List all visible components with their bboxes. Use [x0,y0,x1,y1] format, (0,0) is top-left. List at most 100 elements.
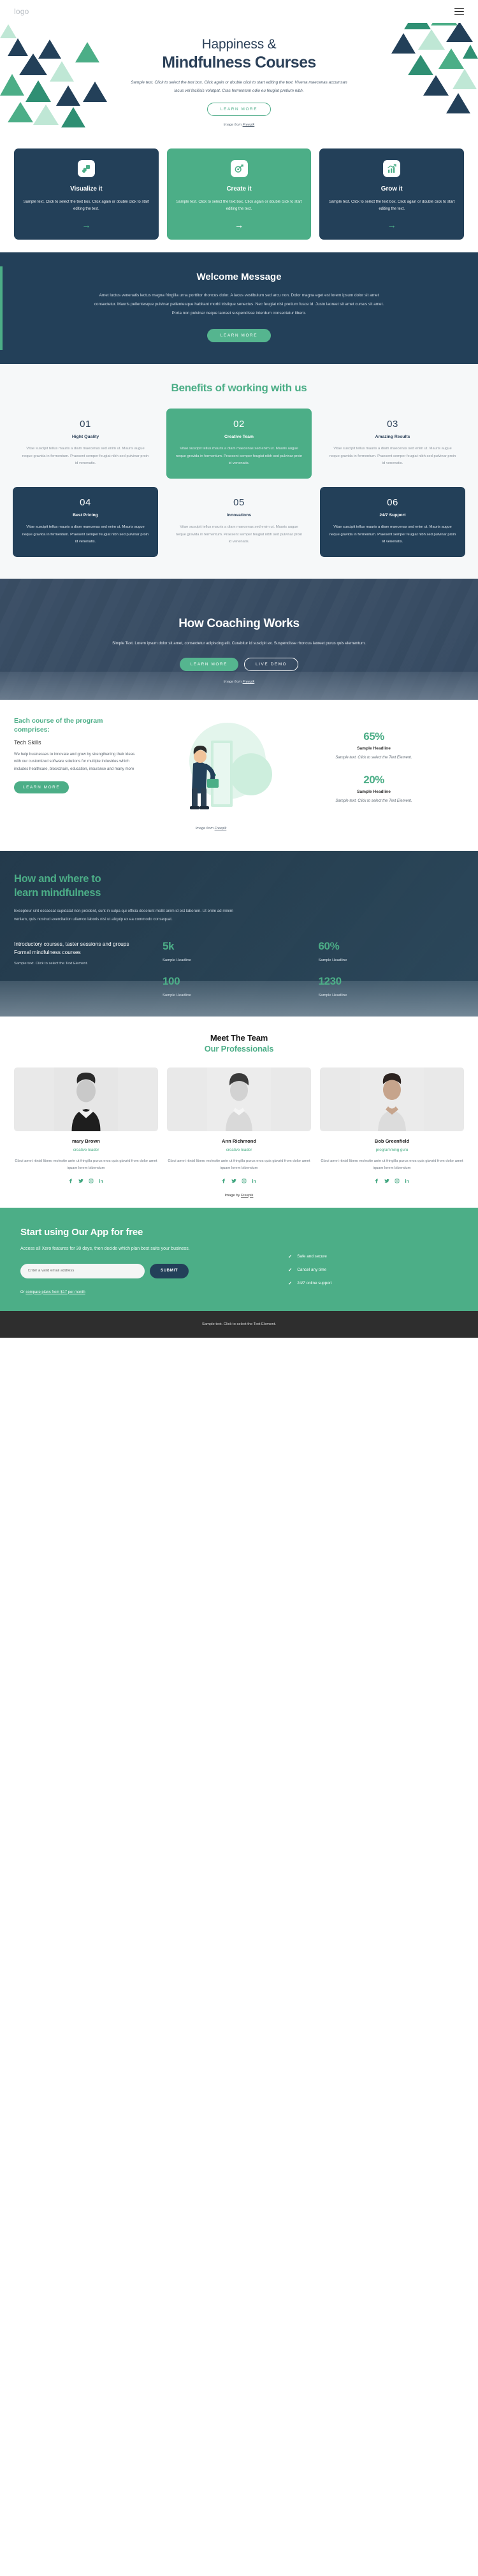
twitter-icon[interactable] [231,1178,236,1183]
benefit-card-02[interactable]: 02 Creative Team Vitae suscipit tellus m… [166,409,312,479]
instagram-icon[interactable] [242,1178,247,1183]
benefit-number: 03 [387,419,398,430]
welcome-learn-more-button[interactable]: LEARN MORE [206,329,272,343]
team-member-card[interactable]: mary Brown creative leader Glavi amet ri… [14,1067,158,1183]
program-section: Each course of the program comprises: Te… [0,700,478,851]
benefit-title: Best Pricing [73,513,98,518]
benefit-text: Vitae suscipit tellus mauris a diam maec… [175,447,303,466]
coaching-image-credit: Image from Freepik [223,679,255,684]
feature-card-grow[interactable]: Grow it Sample text. Click to select the… [319,148,465,240]
benefit-card-05[interactable]: 05 Innovations Vitae suscipit tellus mau… [166,487,312,557]
coaching-live-demo-button[interactable]: LIVE DEMO [244,657,299,671]
cta-paragraph: Access all Xero features for 30 days, th… [20,1246,190,1251]
mindfulness-section: How and where to learn mindfulness Excep… [0,851,478,1017]
team-subtitle: Our Professionals [204,1043,274,1053]
logo[interactable]: logo [14,7,29,16]
coaching-learn-more-button[interactable]: LEARN MORE [179,657,239,671]
twitter-icon[interactable] [384,1178,389,1183]
team-social-links [167,1178,311,1183]
arrow-right-icon[interactable]: → [176,221,303,229]
facebook-icon[interactable] [68,1178,73,1183]
cta-check-item: ✓ Safe and secure [288,1253,327,1259]
team-image-credit: Image by Freepik [224,1193,254,1198]
benefit-card-03[interactable]: 03 Amazing Results Vitae suscipit tellus… [320,409,465,479]
feature-text: Sample text. Click to select the text bo… [176,200,302,212]
feature-card-create[interactable]: Create it Sample text. Click to select t… [166,148,312,240]
feature-text: Sample text. Click to select the text bo… [328,200,455,212]
arrow-right-icon[interactable]: → [328,221,455,229]
benefit-number: 05 [233,497,245,509]
instagram-icon[interactable] [89,1178,94,1183]
email-field[interactable] [20,1263,145,1278]
stat-label: Sample Headline [318,958,347,962]
team-social-links [320,1178,464,1183]
hero-section: Happiness & Mindfulness Courses Sample t… [0,23,478,134]
benefit-number: 02 [233,419,245,430]
team-member-name: Bob Greenfield [374,1138,410,1144]
hamburger-menu-icon[interactable] [454,8,464,15]
team-member-card[interactable]: Bob Greenfield programming guru Glavi am… [320,1067,464,1183]
instagram-icon[interactable] [395,1178,400,1183]
twitter-icon[interactable] [78,1178,83,1183]
facebook-icon[interactable] [221,1178,226,1183]
linkedin-icon[interactable] [99,1178,104,1183]
mindfulness-stat-1230: 1230 Sample Headline [319,975,465,997]
benefit-card-01[interactable]: 01 Hight Quality Vitae suscipit tellus m… [13,409,158,479]
benefit-card-06[interactable]: 06 24/7 Support Vitae suscipit tellus ma… [320,487,465,558]
benefit-title: 24/7 Support [379,513,406,518]
program-image-credit: Image from Freepik [195,827,227,831]
site-footer: Sample text. Click to select the Text El… [0,1310,478,1338]
benefit-title: Creative Team [224,435,254,440]
team-member-card[interactable]: Ann Richmond creative leader Glavi amet … [167,1067,311,1183]
hero-learn-more-button[interactable]: LEARN MORE [206,102,272,116]
blob-decoration-small [230,753,272,796]
benefits-section: Benefits of working with us 01 Hight Qua… [0,364,478,579]
cta-signup-form: SUBMIT [20,1263,275,1278]
mindfulness-title: How and where to learn mindfulness [14,873,101,899]
stat-headline: Sample Headline [357,789,391,794]
check-icon: ✓ [288,1253,293,1259]
stat-value: 5k [163,939,175,952]
team-member-role: creative leader [73,1147,99,1152]
cta-checklist: ✓ Safe and secure ✓ Cancel any time ✓ 24/7 … [288,1227,458,1294]
benefit-text: Vitae suscipit tellus mauris a diam maec… [22,525,149,544]
feature-card-visualize[interactable]: Visualize it Sample text. Click to selec… [14,148,159,240]
shapes-icon [77,160,95,177]
check-icon: ✓ [288,1280,293,1286]
cta-section: Start using Our App for free Access all … [0,1207,478,1311]
linkedin-icon[interactable] [252,1178,257,1183]
program-learn-more-button[interactable]: LEARN MORE [14,781,69,794]
benefit-card-04[interactable]: 04 Best Pricing Vitae suscipit tellus ma… [13,487,158,558]
stat-text: Sample text. Click to select the Text El… [335,756,412,760]
facebook-icon[interactable] [374,1178,379,1183]
stat-value: 60% [318,939,340,952]
mindfulness-list: Introductory courses, taster sessions an… [14,940,129,955]
team-social-links [14,1178,158,1183]
benefits-grid: 01 Hight Quality Vitae suscipit tellus m… [13,409,465,558]
team-member-desc: Glavi amet ritnisl libero molestie ante … [168,1159,310,1171]
footer-text: Sample text. Click to select the Text El… [202,1322,276,1326]
avatar [14,1067,158,1131]
linkedin-icon[interactable] [405,1178,410,1183]
benefit-number: 01 [80,419,91,430]
check-icon: ✓ [288,1266,293,1273]
submit-button[interactable]: SUBMIT [150,1263,189,1278]
team-member-name: Ann Richmond [222,1138,256,1144]
arrow-right-icon[interactable]: → [23,221,150,229]
program-stats: 65% Sample Headline Sample text. Click t… [284,716,464,805]
stat-label: Sample Headline [163,958,191,962]
growth-chart-icon [383,160,401,177]
cta-check-item: ✓ 24/7 online support [288,1280,332,1286]
benefit-title: Hight Quality [71,435,99,440]
stat-value: 1230 [318,974,342,987]
hero-paragraph: Sample text. Click to select the text bo… [131,80,347,94]
welcome-title: Welcome Message [196,271,282,283]
feature-title: Visualize it [70,185,103,192]
compare-plans-link[interactable]: Or compare plans from $17 per month [20,1291,275,1294]
stat-value: 65% [363,730,384,743]
program-stat-20: 20% Sample Headline Sample text. Click t… [284,774,464,805]
team-grid: mary Brown creative leader Glavi amet ri… [14,1067,464,1183]
benefit-text: Vitae suscipit tellus mauris a diam maec… [329,525,456,544]
feature-text: Sample text. Click to select the text bo… [23,200,150,212]
team-title: Meet The Team [210,1032,268,1043]
